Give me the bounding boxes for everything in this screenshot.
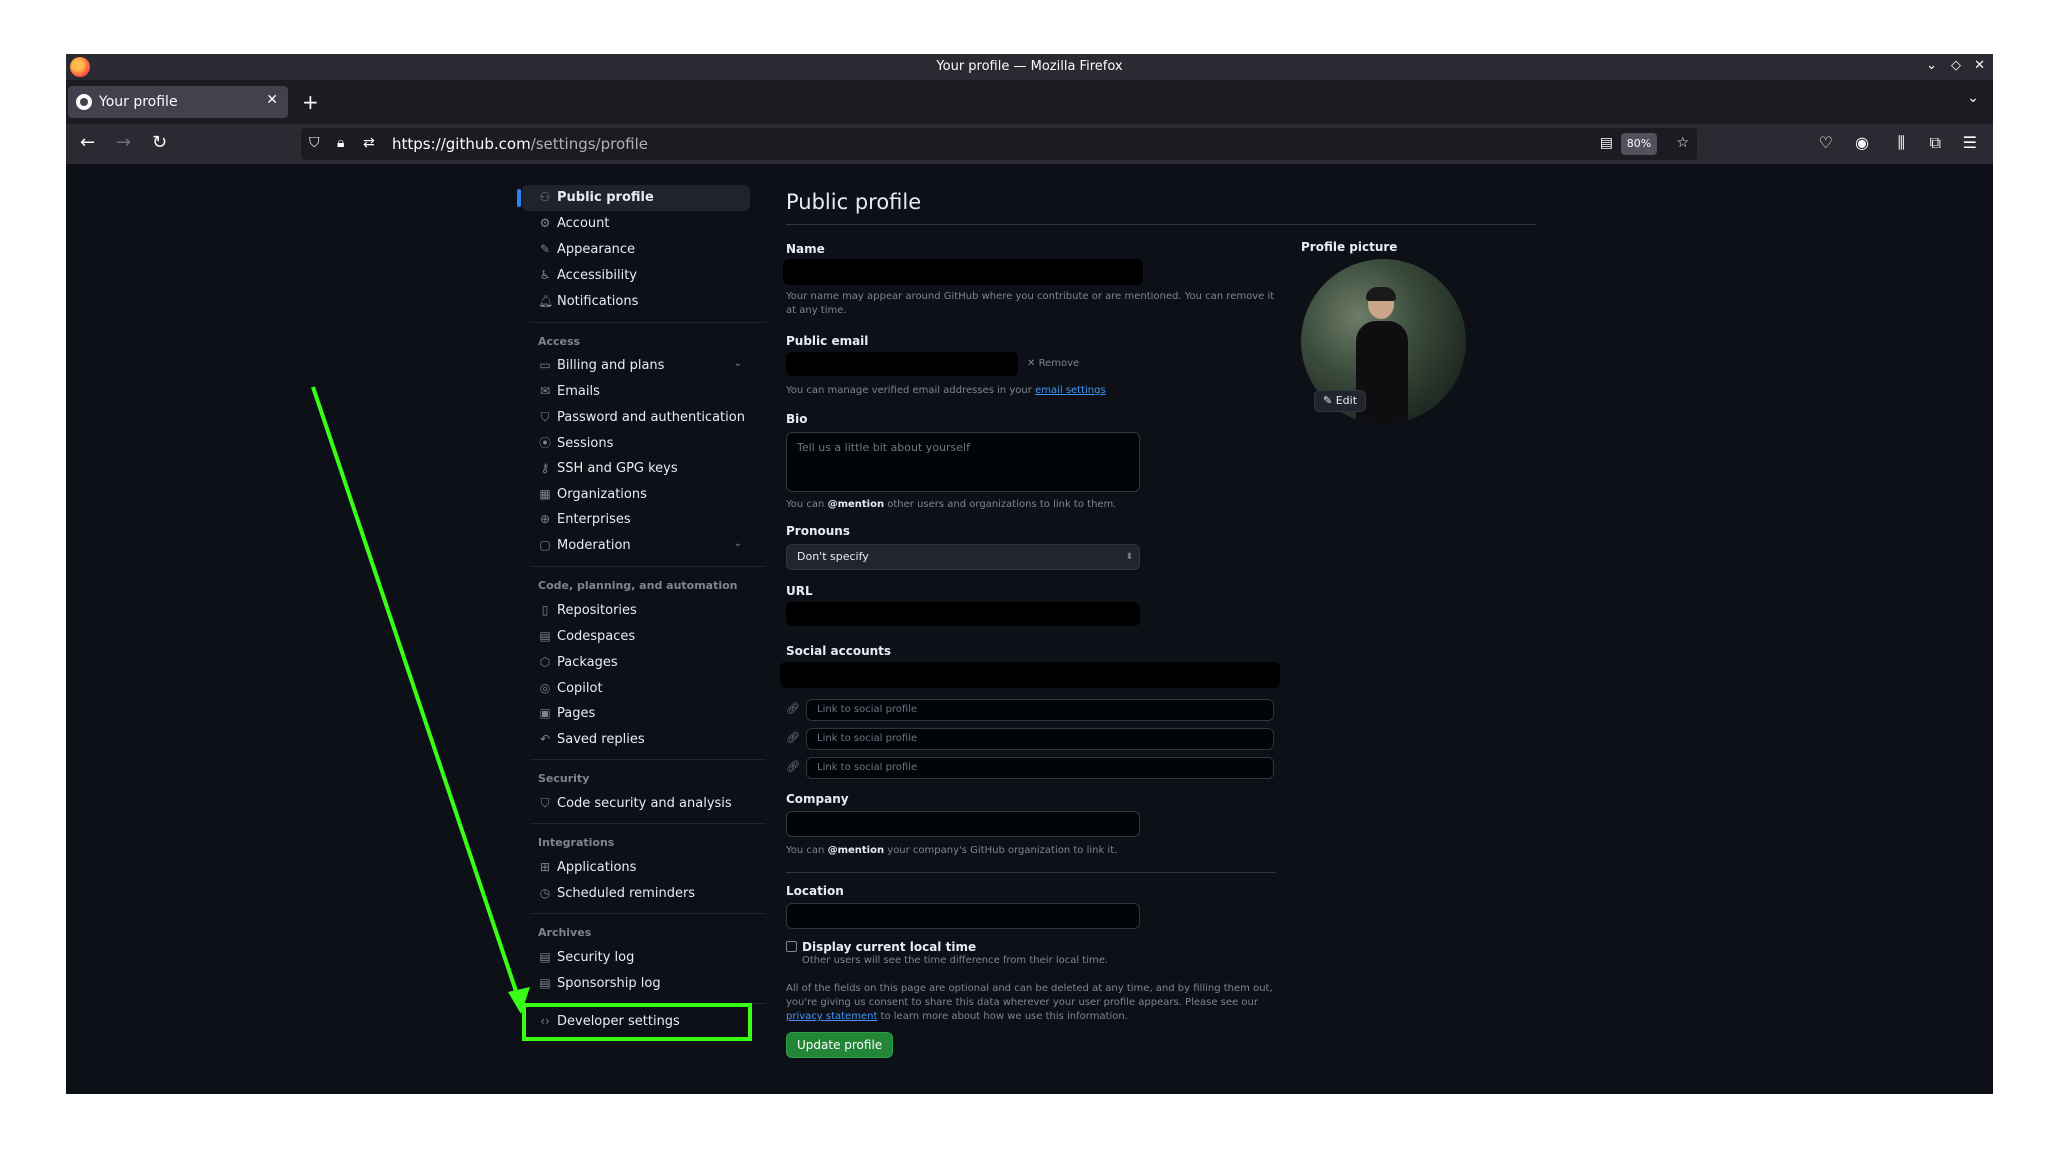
annotation-arrow-line bbox=[311, 386, 523, 1007]
annotation-arrow bbox=[311, 386, 530, 1014]
annotation-arrow-head bbox=[508, 987, 530, 1014]
